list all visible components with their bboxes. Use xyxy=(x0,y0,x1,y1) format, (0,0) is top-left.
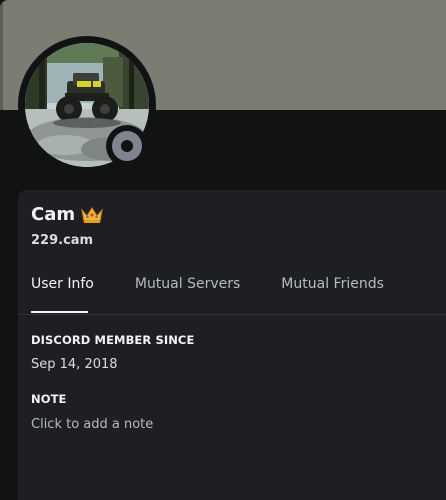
tab-mutual-friends[interactable]: Mutual Friends xyxy=(281,274,384,294)
member-since-date: Sep 14, 2018 xyxy=(31,357,118,372)
display-name[interactable]: Cam xyxy=(31,204,75,226)
user-profile-modal: Cam 229.cam User Info Mutual Servers Mut… xyxy=(0,0,446,500)
note-header: NOTE xyxy=(31,392,67,406)
name-row: Cam xyxy=(31,204,103,226)
tab-user-info[interactable]: User Info xyxy=(31,274,94,294)
active-tab-indicator xyxy=(31,311,88,313)
banner-edge xyxy=(0,0,3,110)
status-dot-center xyxy=(121,140,133,152)
crown-icon xyxy=(81,206,103,224)
tabs-divider xyxy=(18,314,446,315)
note-input[interactable]: Click to add a note xyxy=(31,416,411,434)
member-since-header: DISCORD MEMBER SINCE xyxy=(31,333,195,347)
tab-mutual-servers[interactable]: Mutual Servers xyxy=(135,274,240,294)
profile-tabs: User Info Mutual Servers Mutual Friends xyxy=(31,274,384,294)
username[interactable]: 229.cam xyxy=(31,232,93,250)
